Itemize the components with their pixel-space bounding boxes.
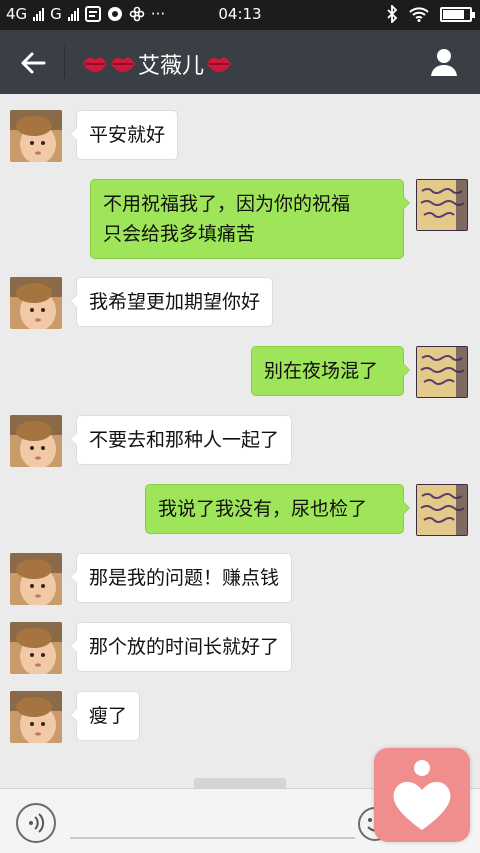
message-bubble[interactable]: 我希望更加期望你好 (69, 277, 274, 327)
lips-icon (111, 57, 135, 72)
status-bar: 4G G ··· 04:13 (0, 0, 480, 30)
avatar[interactable] (10, 110, 62, 162)
message-text: 我说了我没有，尿也检了 (158, 498, 368, 520)
message-bubble[interactable]: 别在夜场混了 (251, 346, 410, 396)
wifi-icon (409, 7, 429, 22)
message-text: 平安就好 (89, 124, 166, 146)
arrow-left-icon[interactable] (18, 48, 48, 78)
message-bubble[interactable]: 那个放的时间长就好了 (69, 622, 293, 672)
avatar[interactable] (10, 553, 62, 605)
message-text: 那是我的问题！赚点钱 (89, 567, 280, 589)
status-right (386, 5, 475, 23)
battery-level (443, 9, 464, 19)
message-bubble[interactable]: 不用祝福我了，因为你的祝福 只会给我多填痛苦 (90, 179, 410, 259)
message-bubble[interactable]: 平安就好 (69, 110, 179, 160)
message-row: 我希望更加期望你好 (0, 277, 480, 333)
avatar[interactable] (416, 179, 468, 231)
avatar[interactable] (10, 622, 62, 674)
avatar[interactable] (10, 415, 62, 467)
voice-icon[interactable] (16, 803, 56, 843)
header-divider (64, 46, 65, 78)
message-input[interactable] (70, 837, 355, 839)
message-text-line: 只会给我多填痛苦 (103, 223, 256, 245)
message-row: 我说了我没有，尿也检了 (0, 484, 480, 540)
person-icon[interactable] (428, 46, 460, 78)
avatar[interactable] (416, 346, 468, 398)
message-row: 瘦了 (0, 691, 480, 747)
message-bubble[interactable]: 我说了我没有，尿也检了 (145, 484, 410, 534)
message-text: 别在夜场混了 (264, 360, 379, 382)
battery-icon (440, 6, 475, 22)
message-row: 不用祝福我了，因为你的祝福 只会给我多填痛苦 (0, 179, 480, 261)
heart-person-icon[interactable] (374, 748, 470, 842)
message-text: 不要去和那种人一起了 (89, 429, 280, 451)
chat-title: 艾薇儿 (82, 48, 232, 80)
message-row: 平安就好 (0, 110, 480, 166)
message-row: 那个放的时间长就好了 (0, 622, 480, 678)
lips-icon (207, 57, 232, 72)
message-bubble[interactable]: 那是我的问题！赚点钱 (69, 553, 293, 603)
message-bubble[interactable]: 不要去和那种人一起了 (69, 415, 293, 465)
message-text: 瘦了 (89, 705, 128, 727)
avatar[interactable] (10, 277, 62, 329)
avatar[interactable] (10, 691, 62, 743)
message-row: 别在夜场混了 (0, 346, 480, 402)
message-text-line: 不用祝福我了，因为你的祝福 (103, 193, 351, 215)
avatar[interactable] (416, 484, 468, 536)
message-row: 那是我的问题！赚点钱 (0, 553, 480, 609)
chat-header: 艾薇儿 (0, 30, 480, 94)
bluetooth-icon (387, 5, 398, 23)
message-row: 不要去和那种人一起了 (0, 415, 480, 471)
message-bubble[interactable]: 瘦了 (69, 691, 141, 741)
contact-name: 艾薇儿 (138, 54, 205, 79)
message-text: 那个放的时间长就好了 (89, 636, 280, 658)
lips-icon (83, 57, 107, 72)
message-text: 我希望更加期望你好 (89, 291, 261, 313)
